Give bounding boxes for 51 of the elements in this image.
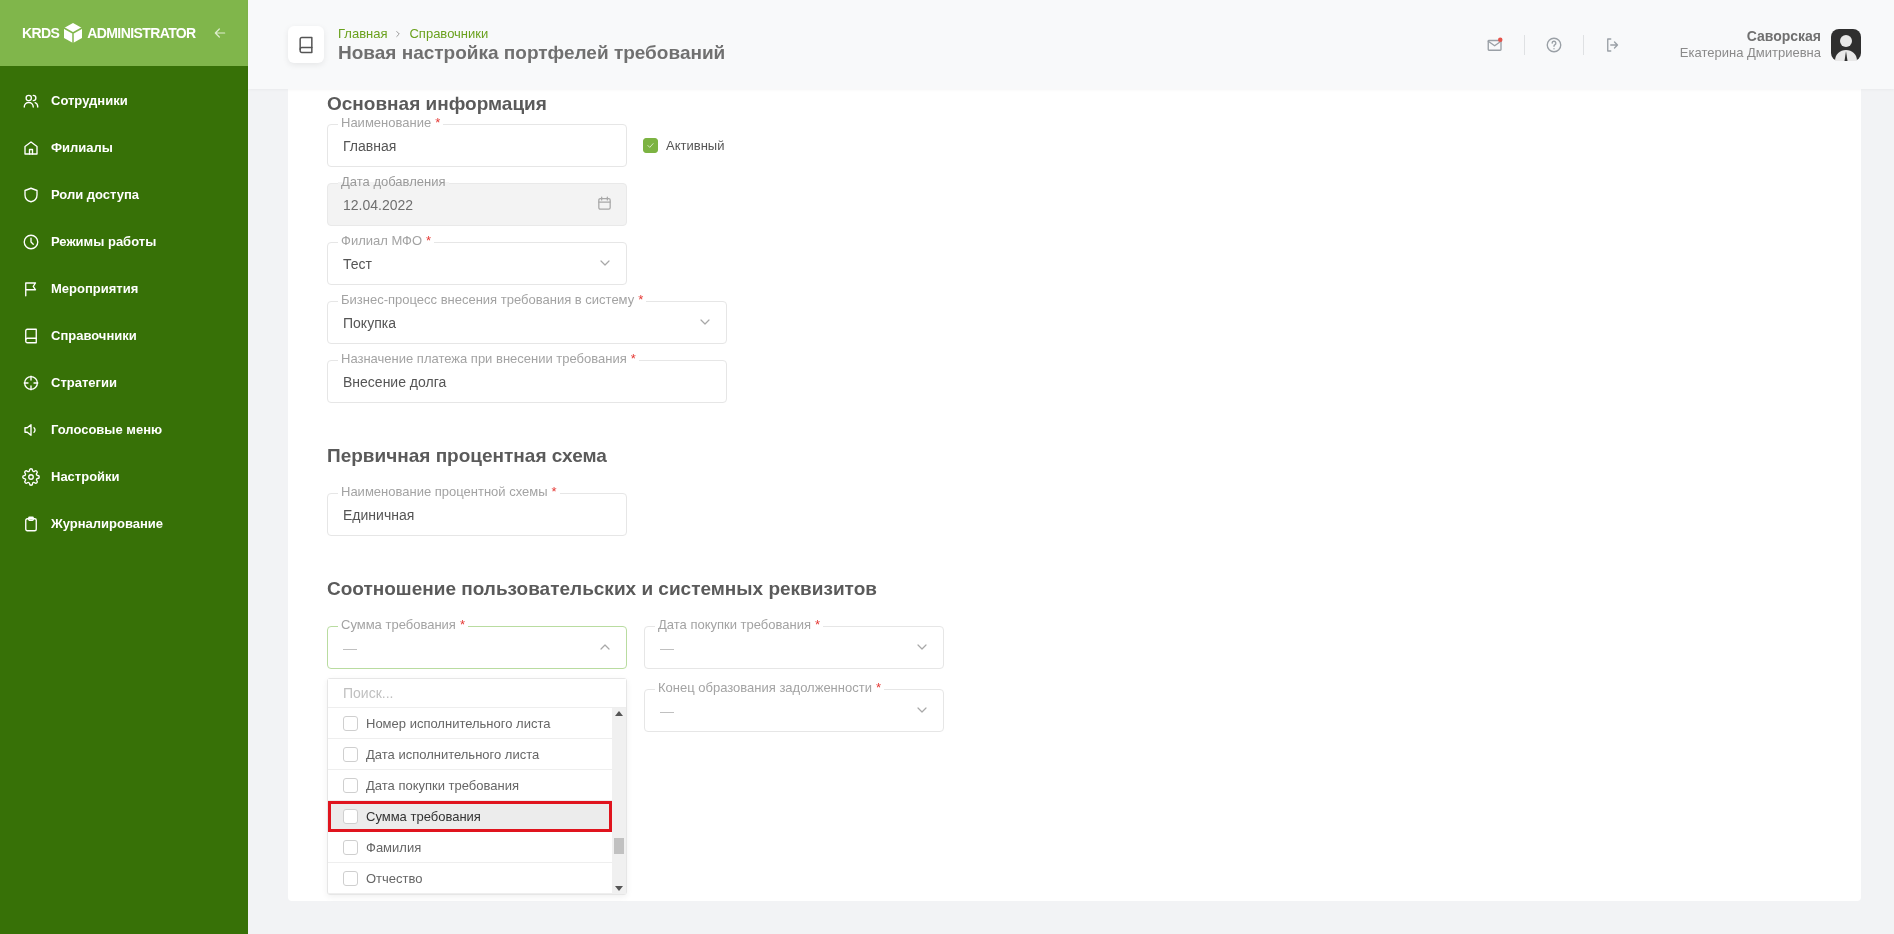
user-surname: Саворская <box>1745 28 1821 45</box>
menu-item[interactable]: Сотрудники <box>0 77 248 124</box>
menu-item[interactable]: Филиалы <box>0 124 248 171</box>
book-icon <box>22 326 40 345</box>
avatar[interactable] <box>1831 28 1861 61</box>
checkbox[interactable] <box>343 808 358 824</box>
section-title: Первичная процентная схема <box>327 445 608 467</box>
menu-item[interactable]: Настройки <box>0 453 248 500</box>
checkbox[interactable] <box>343 870 358 886</box>
option-item[interactable]: Дата исполнительного листа <box>328 739 612 770</box>
breadcrumb-link[interactable]: Справочники <box>409 25 489 42</box>
page-title: Новая настройка портфелей требований <box>338 41 726 64</box>
section-title: Соотношение пользовательских и системных реквизитов <box>327 578 878 600</box>
option-item[interactable]: Номер исполнительного листа <box>328 708 612 739</box>
checkbox[interactable] <box>343 839 358 855</box>
clipboard-icon <box>22 514 40 533</box>
settings-icon <box>22 467 40 486</box>
checkbox[interactable] <box>343 746 358 762</box>
collapse-button[interactable] <box>212 25 228 41</box>
calendar-icon <box>596 195 613 212</box>
option-item[interactable]: Сумма требования <box>328 801 612 832</box>
menu-item[interactable]: Мероприятия <box>0 265 248 312</box>
scrollbar[interactable] <box>612 708 626 894</box>
help-button[interactable] <box>1544 35 1563 54</box>
menu-item[interactable]: Роли доступа <box>0 171 248 218</box>
clock-icon <box>22 232 40 251</box>
book-icon <box>296 34 316 55</box>
breadcrumb-link[interactable]: Главная <box>338 25 388 42</box>
checkbox[interactable] <box>343 777 358 793</box>
check-icon <box>646 141 655 150</box>
menu-item[interactable]: Журналирование <box>0 500 248 547</box>
option-item[interactable]: Фамилия <box>328 832 612 863</box>
section-title: Основная информация <box>327 93 548 115</box>
user-name: Екатерина Дмитриевна <box>1679 45 1821 61</box>
menu-item[interactable]: Справочники <box>0 312 248 359</box>
shield-icon <box>22 185 40 204</box>
checkbox-label: Активный <box>666 138 725 153</box>
checkbox[interactable] <box>643 138 658 153</box>
arrow-left-icon <box>212 25 228 41</box>
checkbox[interactable] <box>343 715 358 731</box>
help-icon <box>1544 35 1563 54</box>
menu-item[interactable]: Голосовые меню <box>0 406 248 453</box>
menu-item[interactable]: Стратегии <box>0 359 248 406</box>
mail-button[interactable] <box>1485 35 1504 54</box>
field-label: Дата добавления <box>341 174 446 190</box>
logo-text: ADMINISTRATOR <box>87 25 196 41</box>
menu-item[interactable]: Режимы работы <box>0 218 248 265</box>
option-item[interactable]: Отчество <box>328 863 612 894</box>
logo-text: KRDS <box>22 25 60 41</box>
search-field[interactable]: Поиск... <box>328 679 626 708</box>
crosshair-icon <box>22 373 40 392</box>
